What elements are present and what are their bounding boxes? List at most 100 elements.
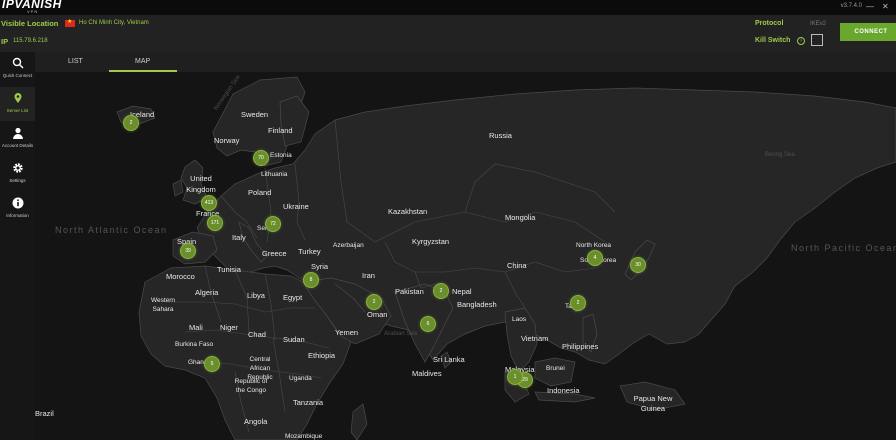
view-tabs: LIST MAP — [35, 52, 896, 72]
country-label: Pakistan — [395, 287, 424, 296]
country-label: Sudan — [283, 335, 305, 344]
gear-icon — [12, 163, 23, 173]
country-label: Mozambique — [285, 433, 323, 440]
country-label: Philippines — [562, 342, 599, 351]
country-label: Kazakhstan — [388, 207, 428, 216]
server-cluster-marker[interactable]: 2 — [366, 294, 382, 310]
country-label: Azerbaijan — [333, 242, 364, 249]
ocean-label: North Pacific Ocean — [791, 243, 896, 253]
sea-label: Arabian Sea — [384, 331, 418, 337]
server-cluster-marker[interactable]: 39 — [180, 243, 196, 259]
server-cluster-marker[interactable]: 2 — [570, 295, 586, 311]
sidebar: Quick Connect Server List Account Detail… — [0, 52, 35, 440]
country-label: Iran — [362, 271, 375, 280]
country-label: Mongolia — [505, 213, 536, 222]
server-cluster-marker[interactable]: 1 — [507, 369, 523, 385]
country-label: Greece — [262, 249, 287, 258]
country-label: Chad — [248, 330, 266, 339]
kill-switch-checkbox[interactable] — [811, 34, 823, 46]
country-label: Tunisia — [217, 265, 241, 274]
sidebar-item-server-list[interactable]: Server List — [0, 87, 35, 121]
country-label: Estonia — [270, 152, 292, 159]
country-label: Bangladesh — [457, 300, 497, 309]
sea-label: Bering Sea — [765, 152, 795, 158]
country-label: Nepal — [452, 287, 472, 296]
country-label: Papua New Guinea — [633, 394, 673, 413]
server-cluster-marker[interactable]: 8 — [303, 272, 319, 288]
country-label: Italy — [232, 233, 246, 242]
status-header: Visible Location Ho Chi Minh City, Vietn… — [0, 15, 896, 52]
country-label: Brazil — [35, 409, 54, 418]
country-label: China — [507, 261, 527, 270]
country-label: Egypt — [283, 293, 303, 302]
country-label: Vietnam — [521, 334, 549, 343]
country-label: Kyrgyzstan — [412, 237, 450, 246]
minimize-icon[interactable]: — — [866, 2, 874, 11]
country-label: Algeria — [195, 288, 219, 297]
server-cluster-marker[interactable]: 413 — [201, 195, 217, 211]
country-label: Niger — [220, 323, 238, 332]
app-logo-sub: VPN — [27, 9, 39, 14]
country-label: Ethiopia — [308, 351, 336, 360]
country-label: Sri Lanka — [433, 355, 465, 364]
protocol-label: Protocol — [755, 20, 784, 27]
sidebar-item-settings[interactable]: Settings — [0, 157, 35, 191]
country-label: Morocco — [166, 272, 195, 281]
country-label: Yemen — [335, 328, 359, 337]
country-label: Burkina Faso — [175, 341, 214, 348]
country-label: Syria — [311, 262, 329, 271]
country-label: Indonesia — [547, 386, 580, 395]
visible-location-city: Ho Chi Minh City, Vietnam — [79, 20, 149, 26]
country-label: United Kingdom — [186, 174, 216, 194]
title-bar: IPVANISH VPN v3.7.4.0 — ✕ — [0, 0, 896, 15]
country-label: Western Sahara — [150, 297, 176, 313]
ip-value: 115.79.6.218 — [13, 38, 48, 44]
country-label: Maldives — [412, 369, 442, 378]
server-cluster-marker[interactable]: 2 — [433, 283, 449, 299]
country-label: Angola — [244, 417, 268, 426]
server-cluster-marker[interactable]: 4 — [587, 250, 603, 266]
sidebar-item-information[interactable]: Information — [0, 192, 35, 226]
server-cluster-marker[interactable]: 6 — [420, 316, 436, 332]
country-label: Poland — [248, 188, 272, 197]
country-label: Libya — [247, 291, 265, 300]
server-cluster-marker[interactable]: 171 — [207, 215, 223, 231]
server-cluster-marker[interactable]: 70 — [253, 150, 269, 166]
server-cluster-marker[interactable]: 5 — [204, 356, 220, 372]
country-label: Tanzania — [293, 398, 324, 407]
country-label: Brunei — [546, 365, 565, 372]
country-label: Mali — [189, 323, 203, 332]
app-version: v3.7.4.0 — [840, 3, 862, 9]
vietnam-flag-icon — [65, 18, 75, 27]
sidebar-item-account-details[interactable]: Account Details — [0, 122, 35, 156]
tab-map[interactable]: MAP — [135, 58, 150, 65]
country-label: Norway — [214, 136, 240, 145]
country-label: Turkey — [298, 247, 321, 256]
user-icon — [12, 127, 23, 139]
server-cluster-marker[interactable]: 30 — [630, 257, 646, 273]
country-label: Finland — [268, 126, 293, 135]
server-map[interactable]: North Atlantic Ocean North Pacific Ocean… — [35, 72, 896, 440]
country-label: Republic of the Congo — [234, 378, 268, 394]
country-label: Uganda — [289, 375, 312, 382]
country-label: Ukraine — [283, 202, 309, 211]
kill-switch-info-icon[interactable]: i — [797, 37, 805, 45]
map-landmass — [116, 76, 896, 440]
sidebar-item-label: Information — [6, 213, 29, 218]
ocean-label: North Atlantic Ocean — [55, 225, 168, 235]
info-icon — [12, 197, 23, 209]
server-cluster-marker[interactable]: 72 — [265, 216, 281, 232]
sidebar-item-quick-connect[interactable]: Quick Connect — [0, 52, 35, 86]
country-label: Laos — [512, 316, 527, 323]
close-icon[interactable]: ✕ — [882, 2, 889, 11]
sidebar-item-label: Settings — [9, 178, 26, 183]
ip-label: IP — [1, 37, 9, 46]
country-label: Lithuania — [261, 171, 288, 178]
server-cluster-marker[interactable]: 2 — [123, 115, 139, 131]
country-label: North Korea — [576, 242, 612, 249]
visible-location-label: Visible Location — [1, 19, 59, 28]
country-label: Russia — [489, 131, 512, 140]
connect-button[interactable]: CONNECT — [840, 23, 896, 41]
tab-list[interactable]: LIST — [68, 58, 83, 65]
search-icon — [12, 57, 23, 69]
